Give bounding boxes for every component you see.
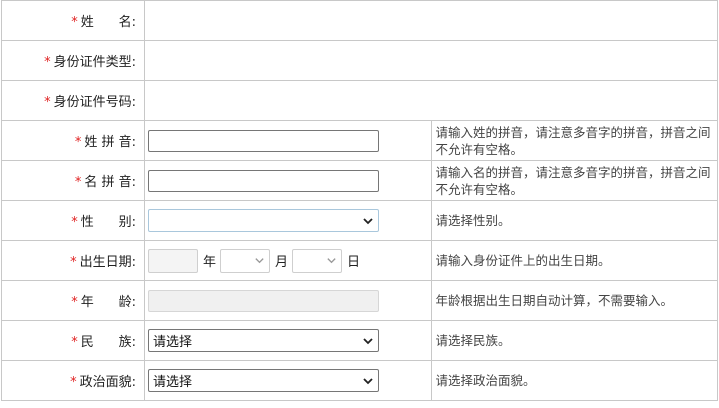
birth-date-control-cell: 年 月 日 — [144, 240, 432, 281]
chevron-down-icon — [363, 217, 373, 224]
chevron-down-icon — [255, 258, 264, 264]
form-row-given-pinyin: * 名 拼 音: 请输入名的拼音，请注意多音字的拼音，拼音之间不允许有空格。 — [1, 160, 718, 201]
required-mark: * — [71, 15, 78, 30]
given-pinyin-input[interactable] — [148, 169, 379, 192]
given-pinyin-hint: 请输入名的拼音，请注意多音字的拼音，拼音之间不允许有空格。 — [430, 160, 718, 201]
required-mark: * — [71, 295, 78, 310]
gender-label: 性 别: — [80, 215, 136, 230]
id-number-label: 身份证件号码: — [53, 95, 136, 110]
year-unit: 年 — [203, 255, 217, 270]
political-status-selected-value: 请选择 — [153, 375, 193, 390]
birth-date-hint: 请输入身份证件上的出生日期。 — [430, 240, 718, 281]
id-number-label-cell: * 身份证件号码: — [1, 80, 145, 121]
name-label: 姓 名: — [80, 15, 136, 30]
required-mark: * — [44, 55, 51, 70]
required-mark: * — [70, 375, 77, 390]
form-row-id-type: * 身份证件类型: — [1, 40, 718, 81]
id-type-label-cell: * 身份证件类型: — [1, 40, 145, 81]
form-row-surname-pinyin: * 姓 拼 音: 请输入姓的拼音，请注意多音字的拼音，拼音之间不允许有空格。 — [1, 120, 718, 161]
birth-day-select[interactable] — [292, 248, 343, 273]
gender-label-cell: * 性 别: — [1, 200, 145, 241]
age-label: 年 龄: — [80, 295, 136, 310]
birth-year-input[interactable] — [148, 248, 198, 273]
gender-select[interactable] — [148, 209, 379, 232]
gender-hint: 请选择性别。 — [430, 200, 718, 241]
form-row-birth-date: * 出生日期: 年 月 日 请输入身份证件上的出生日期。 — [1, 240, 718, 281]
chevron-down-icon — [327, 258, 336, 264]
political-status-hint: 请选择政治面貌。 — [430, 360, 718, 401]
gender-control-cell — [144, 200, 432, 241]
required-mark: * — [74, 175, 82, 190]
political-status-label: 政治面貌: — [79, 375, 136, 390]
form-row-name: * 姓 名: — [1, 0, 718, 41]
age-hint: 年龄根据出生日期自动计算，不需要输入。 — [430, 280, 718, 321]
form-row-political-status: * 政治面貌: 请选择 请选择政治面貌。 — [1, 360, 718, 401]
name-value-cell — [144, 0, 718, 41]
political-status-select[interactable]: 请选择 — [148, 369, 379, 392]
name-label-cell: * 姓 名: — [1, 0, 145, 41]
id-type-label: 身份证件类型: — [53, 55, 136, 70]
surname-pinyin-label: 姓 拼 音: — [84, 135, 136, 150]
required-mark: * — [70, 255, 77, 270]
ethnicity-hint: 请选择民族。 — [430, 320, 718, 361]
surname-pinyin-hint: 请输入姓的拼音，请注意多音字的拼音，拼音之间不允许有空格。 — [430, 120, 718, 161]
given-pinyin-label-cell: * 名 拼 音: — [1, 160, 145, 201]
chevron-down-icon — [363, 337, 373, 344]
required-mark: * — [71, 215, 78, 230]
given-pinyin-control-cell — [144, 160, 432, 201]
day-unit: 日 — [347, 255, 361, 270]
chevron-down-icon — [363, 377, 373, 384]
id-number-value-cell — [144, 80, 718, 121]
age-label-cell: * 年 龄: — [1, 280, 145, 321]
form-row-age: * 年 龄: 年龄根据出生日期自动计算，不需要输入。 — [1, 280, 718, 321]
form-row-gender: * 性 别: 请选择性别。 — [1, 200, 718, 241]
registration-form: * 姓 名: * 身份证件类型: * 身份证件号码: * 姓 拼 音: 请输入姓的拼音，… — [1, 0, 718, 401]
ethnicity-select[interactable]: 请选择 — [148, 329, 379, 352]
birth-date-label: 出生日期: — [79, 255, 136, 270]
age-input — [148, 289, 379, 312]
required-mark: * — [44, 95, 51, 110]
age-control-cell — [144, 280, 432, 321]
surname-pinyin-control-cell — [144, 120, 432, 161]
ethnicity-selected-value: 请选择 — [153, 335, 193, 350]
surname-pinyin-input[interactable] — [148, 129, 379, 152]
surname-pinyin-label-cell: * 姓 拼 音: — [1, 120, 145, 161]
birth-month-select[interactable] — [220, 248, 271, 273]
required-mark: * — [71, 335, 78, 350]
birth-date-label-cell: * 出生日期: — [1, 240, 145, 281]
form-row-ethnicity: * 民 族: 请选择 请选择民族。 — [1, 320, 718, 361]
form-row-id-number: * 身份证件号码: — [1, 80, 718, 121]
ethnicity-label: 民 族: — [80, 335, 136, 350]
id-type-value-cell — [144, 40, 718, 81]
required-mark: * — [74, 135, 82, 150]
ethnicity-label-cell: * 民 族: — [1, 320, 145, 361]
birth-date-group: 年 月 日 — [148, 248, 431, 273]
given-pinyin-label: 名 拼 音: — [84, 175, 136, 190]
ethnicity-control-cell: 请选择 — [144, 320, 432, 361]
political-status-control-cell: 请选择 — [144, 360, 432, 401]
month-unit: 月 — [275, 255, 289, 270]
political-status-label-cell: * 政治面貌: — [1, 360, 145, 401]
